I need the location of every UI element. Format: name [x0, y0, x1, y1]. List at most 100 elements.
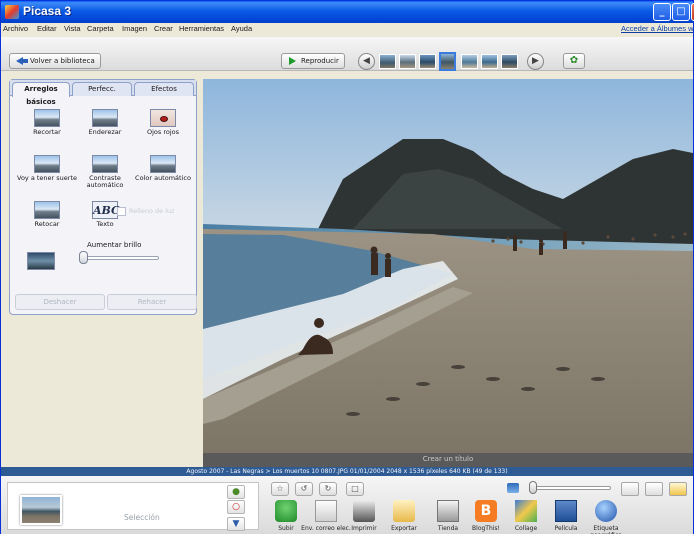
crop-icon	[34, 109, 60, 127]
back-to-library-label: Volver a biblioteca	[30, 57, 95, 65]
next-photo-button[interactable]: ▶	[527, 53, 544, 70]
play-icon	[289, 57, 296, 65]
geotag-button[interactable]: Etiqueta geográfica	[583, 500, 629, 534]
auto-color-icon	[150, 155, 176, 173]
fill-light-label: Relleno de luz	[129, 207, 175, 215]
menu-ayuda[interactable]: Ayuda	[231, 24, 252, 33]
tab-effects[interactable]: Efectos	[134, 82, 194, 96]
brightness-slider-track[interactable]	[83, 256, 159, 260]
text-label: Texto	[96, 220, 114, 228]
tab-tuning[interactable]: Perfecc.	[72, 82, 132, 96]
fill-light-tool: Relleno de luz	[117, 206, 177, 218]
play-label: Reproducir	[301, 57, 339, 65]
caption-field[interactable]: Crear un título	[203, 453, 693, 467]
straighten-icon	[92, 109, 118, 127]
filmstrip-thumb[interactable]	[419, 54, 436, 69]
redo-button[interactable]: Rehacer	[107, 294, 197, 310]
play-slideshow-button[interactable]: Reproducir	[281, 53, 345, 69]
undo-button[interactable]: Deshacer	[15, 294, 105, 310]
export-icon	[393, 500, 415, 522]
lucky-tool[interactable]: Voy a tener suerte	[17, 155, 77, 189]
top-toolbar: Volver a biblioteca Reproducir ◀ ▶ ✿	[1, 37, 693, 71]
lucky-icon	[34, 155, 60, 173]
minimize-button[interactable]: _	[653, 3, 671, 21]
blogger-icon: B	[475, 500, 497, 522]
maximize-icon: □	[676, 6, 686, 17]
selection-thumbnail[interactable]	[20, 495, 62, 525]
web-albums-link[interactable]: Acceder a Álbumes web	[621, 24, 694, 33]
filmstrip-thumb[interactable]	[399, 54, 416, 69]
email-icon	[315, 500, 337, 522]
menu-vista[interactable]: Vista	[64, 24, 81, 33]
red-eye-label: Ojos rojos	[146, 128, 180, 136]
crop-tool[interactable]: Recortar	[17, 109, 77, 143]
picasa-logo-icon	[5, 5, 19, 19]
auto-contrast-label: Contraste automático	[86, 174, 124, 189]
collage-icon	[515, 500, 537, 522]
beach-photo	[203, 79, 693, 453]
clear-selection-icon[interactable]: ○	[227, 500, 245, 514]
export-button[interactable]: Exportar	[381, 500, 427, 534]
text-icon: ABC	[92, 201, 120, 219]
filmstrip-thumb[interactable]	[501, 54, 518, 69]
album-add-icon[interactable]: ▼	[227, 517, 245, 531]
upload-icon	[275, 500, 297, 522]
menu-editar[interactable]: Editar	[37, 24, 57, 33]
maximize-button[interactable]: □	[672, 3, 690, 21]
back-to-library-button[interactable]: Volver a biblioteca	[9, 53, 101, 69]
retouch-label: Retocar	[34, 220, 60, 228]
brightness-icon[interactable]	[27, 252, 55, 270]
filmstrip	[377, 52, 523, 71]
rotate-left-button[interactable]: ↺	[295, 482, 313, 496]
zoom-slider-track[interactable]	[531, 486, 611, 490]
picasa-window: Picasa 3 _ □ × Archivo Editar Vista Carp…	[0, 0, 694, 534]
tab-basic-fixes[interactable]: Arreglos básicos	[12, 82, 70, 106]
menu-herramientas[interactable]: Herramientas	[179, 24, 224, 33]
auto-contrast-tool[interactable]: Contraste automático	[75, 155, 135, 189]
menu-carpeta[interactable]: Carpeta	[87, 24, 114, 33]
retouch-tool[interactable]: Retocar	[17, 201, 77, 235]
retouch-icon	[34, 201, 60, 219]
filmstrip-thumb[interactable]	[379, 54, 396, 69]
print-icon	[353, 500, 375, 522]
photo-viewer[interactable]	[203, 79, 693, 453]
hold-pin-icon[interactable]: ●	[227, 485, 245, 499]
view-single-button[interactable]	[621, 482, 639, 496]
brightness-label: Aumentar brillo	[87, 241, 142, 249]
filmstrip-thumb-selected[interactable]	[439, 52, 456, 71]
minimize-icon: _	[659, 6, 665, 17]
lucky-label: Voy a tener suerte	[17, 174, 78, 182]
fill-light-checkbox	[117, 207, 126, 216]
window-title: Picasa 3	[23, 4, 72, 18]
edit-tabs: Arreglos básicos Perfecc. Efectos	[10, 80, 196, 106]
title-bar: Picasa 3 _ □ ×	[1, 1, 694, 23]
menu-archivo[interactable]: Archivo	[3, 24, 28, 33]
menu-bar: Archivo Editar Vista Carpeta Imagen Crea…	[1, 23, 694, 37]
brightness-slider-handle[interactable]	[79, 251, 88, 264]
zoom-slider-handle[interactable]	[529, 481, 537, 494]
straighten-label: Enderezar	[88, 128, 122, 136]
view-info-button[interactable]	[669, 482, 687, 496]
view-compare-button[interactable]	[645, 482, 663, 496]
filmstrip-thumb[interactable]	[481, 54, 498, 69]
auto-color-tool[interactable]: Color automático	[133, 155, 193, 189]
straighten-tool[interactable]: Enderezar	[75, 109, 135, 143]
tag-button[interactable]: □	[346, 482, 364, 496]
movie-icon	[555, 500, 577, 522]
red-eye-icon	[150, 109, 176, 127]
selection-tray: Selección	[7, 482, 259, 530]
previous-photo-button[interactable]: ◀	[358, 53, 375, 70]
status-bar: Agosto 2007 - Las Negras > Los muertos 1…	[1, 467, 693, 476]
rotate-share-button[interactable]: ✿	[563, 53, 585, 69]
star-button[interactable]: ☆	[271, 482, 289, 496]
menu-imagen[interactable]: Imagen	[122, 24, 147, 33]
auto-contrast-icon	[92, 155, 118, 173]
menu-crear[interactable]: Crear	[154, 24, 173, 33]
filmstrip-thumb[interactable]	[461, 54, 478, 69]
red-eye-tool[interactable]: Ojos rojos	[133, 109, 193, 143]
selection-label: Selección	[124, 513, 160, 522]
shop-icon	[437, 500, 459, 522]
crop-label: Recortar	[33, 128, 61, 136]
geotag-icon	[595, 500, 617, 522]
rotate-right-button[interactable]: ↻	[319, 482, 337, 496]
